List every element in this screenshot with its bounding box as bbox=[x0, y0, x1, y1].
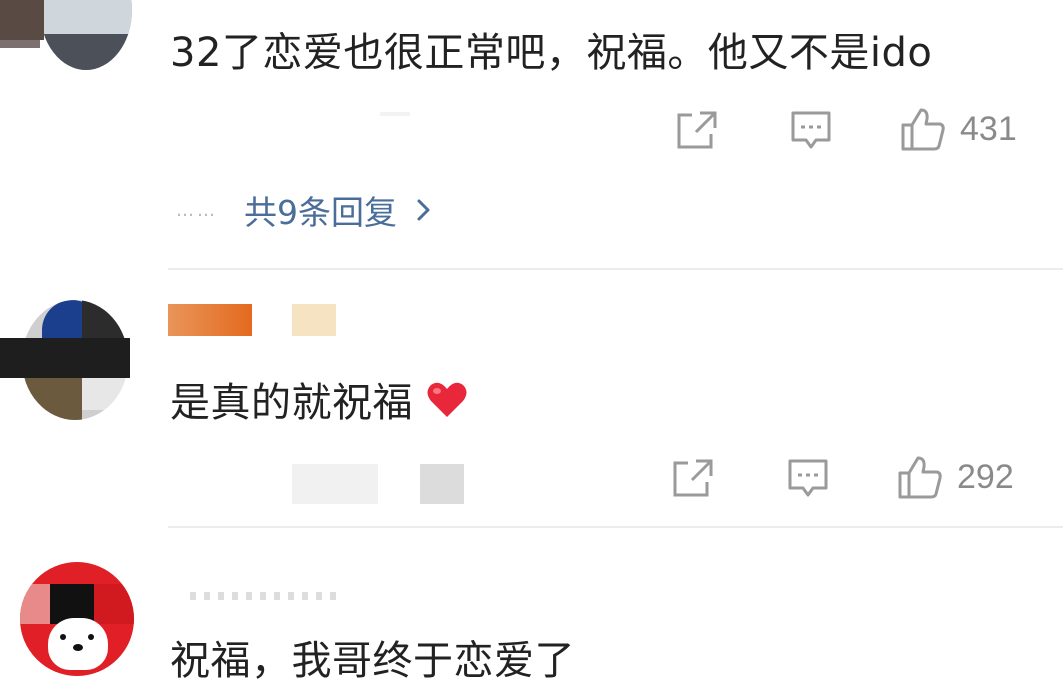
thumbs-up-icon bbox=[898, 456, 942, 499]
comment-text: 32了恋爱也很正常吧，祝福。他又不是ido bbox=[170, 30, 933, 76]
like-button[interactable]: 292 bbox=[897, 454, 1014, 500]
blurred-source bbox=[420, 464, 464, 504]
avatar[interactable] bbox=[40, 0, 132, 70]
blurred-badge bbox=[292, 304, 336, 336]
share-button[interactable] bbox=[676, 110, 718, 150]
replies-dots: …… bbox=[176, 199, 218, 221]
red-heart-emoji bbox=[427, 382, 467, 417]
blurred-username bbox=[168, 304, 252, 336]
comment-button[interactable] bbox=[787, 458, 829, 500]
like-button[interactable]: 431 bbox=[900, 106, 1017, 152]
blurred-username bbox=[190, 592, 340, 600]
view-replies-label: 共9条回复 bbox=[244, 193, 397, 232]
comment-text: 祝福，我哥终于恋爱了 bbox=[170, 638, 575, 684]
like-count: 431 bbox=[960, 109, 1017, 148]
view-replies-link[interactable]: 共9条回复 bbox=[244, 186, 435, 234]
comment-text-content: 是真的就祝福 bbox=[170, 380, 413, 426]
thumbs-up-icon bbox=[901, 108, 945, 151]
comment-bubble-icon bbox=[791, 111, 831, 149]
blurred-timestamp bbox=[380, 112, 410, 116]
comment-bubble-icon bbox=[788, 459, 828, 497]
more-replies[interactable]: …… 共9条回复 bbox=[176, 186, 435, 234]
blurred-timestamp bbox=[292, 464, 378, 504]
blurred-avatar-strip bbox=[0, 0, 44, 40]
share-button[interactable] bbox=[672, 458, 714, 498]
comment-list: 32了恋爱也很正常吧，祝福。他又不是ido 431 …… 共9条回复 是真的就祝… bbox=[0, 0, 1063, 694]
divider bbox=[168, 268, 1063, 270]
like-count: 292 bbox=[957, 457, 1014, 496]
share-external-icon bbox=[677, 111, 717, 149]
blurred-avatar-strip bbox=[0, 338, 130, 378]
comment-button[interactable] bbox=[790, 110, 832, 152]
share-external-icon bbox=[673, 459, 713, 497]
comment-text: 是真的就祝福 bbox=[170, 370, 468, 428]
divider bbox=[168, 526, 1063, 528]
chevron-right-icon bbox=[417, 199, 430, 221]
blurred-avatar-strip bbox=[0, 40, 40, 48]
avatar[interactable] bbox=[20, 562, 134, 676]
